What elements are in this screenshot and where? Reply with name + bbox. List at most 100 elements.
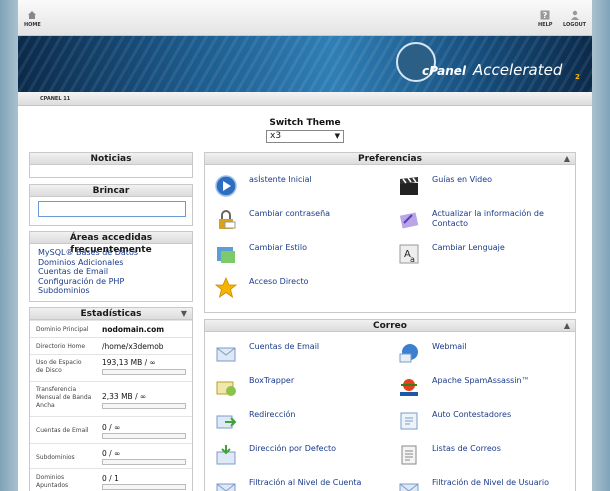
stat-row: Dominios Apuntados 0 / 1	[30, 468, 192, 491]
default-mail-icon	[216, 445, 236, 465]
freq-link-subdomains[interactable]: Subdominios	[38, 286, 184, 296]
globe-mail-icon	[399, 344, 418, 363]
correo-header: Correo ▲	[205, 320, 575, 332]
filter-mail-icon	[216, 483, 236, 491]
chevron-down-icon: ▼	[334, 132, 340, 140]
subdomains-bar	[102, 459, 186, 465]
stat-row: Uso de Espacio de Disco 193,13 MB / ∞	[30, 354, 192, 381]
home-icon	[28, 11, 37, 19]
brincar-header: Brincar	[30, 185, 192, 197]
palette-icon	[217, 247, 235, 263]
contact-card-icon	[399, 212, 419, 229]
stat-label: Dominio Principal	[36, 326, 89, 333]
stat-row: Subdominios 0 / ∞	[30, 443, 192, 468]
stat-label: Transferencia Mensual de Banda Ancha	[36, 386, 92, 409]
collapse-icon[interactable]: ▲	[564, 320, 570, 332]
noticias-box: Noticias	[29, 152, 193, 178]
freq-link-addon-domains[interactable]: Dominios Adicionales	[38, 258, 184, 268]
home-button[interactable]: HOME	[24, 10, 41, 28]
item-label: BoxTrapper	[249, 376, 295, 385]
noticias-header: Noticias	[30, 153, 192, 165]
item-label: Acceso Directo	[249, 277, 309, 286]
parked-domains-bar	[102, 484, 186, 490]
mail-trap-icon	[216, 381, 236, 396]
switch-theme-label: Switch Theme	[269, 118, 341, 128]
item-label: Redirección	[249, 410, 296, 419]
page-frame: HOME ? HELP LOGOUT cPanel Accelerated 2 …	[18, 0, 592, 491]
stat-value: 0 / ∞	[102, 423, 121, 432]
brand-sub: Accelerated	[473, 61, 563, 79]
brincar-search-input[interactable]	[38, 201, 186, 217]
stat-value: nodomain.com	[102, 325, 165, 334]
item-label: Listas de Correos	[432, 444, 501, 453]
cpanel-banner: cPanel Accelerated 2	[18, 36, 592, 92]
autoresponder-icon	[400, 412, 418, 430]
stat-value: 193,13 MB / ∞	[102, 358, 156, 367]
play-icon	[215, 175, 237, 197]
brand-version: 2	[575, 73, 580, 81]
collapse-icon[interactable]: ▲	[564, 153, 570, 165]
preferencias-title: Preferencias	[358, 154, 422, 164]
user-icon	[570, 10, 579, 20]
item-label: Cuentas de Email	[249, 342, 320, 351]
home-label: HOME	[24, 22, 41, 28]
item-label: Filtración al Nivel de Cuenta	[249, 478, 362, 487]
item-label: Cambiar Estilo	[249, 243, 308, 252]
breadcrumb: CPANEL 11	[18, 92, 592, 106]
svg-text:?: ?	[543, 11, 548, 20]
stat-row: Directorio Home /home/x3demob	[30, 337, 192, 354]
frequent-areas-box: Áreas accedidas frecuentemente MySQL® Ba…	[29, 231, 193, 302]
freq-link-email-accounts[interactable]: Cuentas de Email	[38, 267, 184, 277]
freq-link-php-config[interactable]: Configuración de PHP	[38, 277, 184, 287]
item-label: Apache SpamAssassin™	[432, 376, 530, 385]
stat-label: Directorio Home	[36, 343, 86, 350]
logout-button[interactable]: LOGOUT	[563, 10, 586, 28]
star-icon	[215, 277, 237, 298]
filter-mail-icon	[399, 483, 419, 491]
stat-label: Subdominios	[36, 454, 75, 461]
item-label: Auto Contestadores	[432, 410, 512, 419]
breadcrumb-label[interactable]: CPANEL 11	[40, 96, 70, 102]
svg-text:a: a	[410, 255, 415, 264]
frequent-areas-header: Áreas accedidas frecuentemente	[30, 232, 192, 255]
preferencias-header: Preferencias ▲	[205, 153, 575, 165]
brand-main: cPanel	[422, 64, 467, 78]
spamassassin-icon	[400, 379, 418, 396]
stat-row: Transferencia Mensual de Banda Ancha 2,3…	[30, 381, 192, 416]
email-accounts-bar	[102, 433, 186, 439]
item-label: asÍstente Inicial	[249, 175, 312, 184]
collapse-icon[interactable]: ▼	[181, 308, 187, 320]
stat-row: Dominio Principal nodomain.com	[30, 320, 192, 337]
item-label: Filtración de Nivel de Usuario	[432, 478, 550, 487]
theme-select[interactable]: x3 ▼	[266, 130, 344, 143]
envelope-icon	[216, 347, 236, 362]
lock-icon	[219, 210, 236, 229]
logout-label: LOGOUT	[563, 22, 587, 28]
mailing-list-icon	[401, 445, 417, 465]
item-label: Actualizar la información de Contacto	[432, 209, 544, 228]
item-label: Cambiar contraseña	[249, 209, 331, 218]
disk-usage-bar	[102, 369, 186, 375]
theme-select-value: x3	[270, 131, 282, 141]
stats-title: Estadísticas	[80, 309, 142, 319]
stat-value: /home/x3demob	[102, 342, 164, 351]
language-icon: Aa	[399, 244, 419, 264]
correo-title: Correo	[373, 321, 407, 331]
item-label: Cambiar Lenguaje	[432, 243, 505, 252]
stat-row: Cuentas de Email 0 / ∞	[30, 416, 192, 443]
help-button[interactable]: ? HELP	[538, 10, 552, 28]
stat-value: 0 / 1	[102, 474, 119, 483]
forward-mail-icon	[216, 415, 237, 429]
stat-label: Cuentas de Email	[36, 427, 89, 434]
top-toolbar: HOME ? HELP LOGOUT	[18, 0, 592, 36]
clapperboard-icon	[400, 177, 418, 195]
help-label: HELP	[538, 22, 553, 28]
stat-value: 0 / ∞	[102, 449, 121, 458]
stats-header: Estadísticas ▼	[30, 308, 192, 320]
switch-theme: Switch Theme x3 ▼	[18, 118, 592, 143]
brincar-box: Brincar	[29, 184, 193, 226]
stat-value: 2,33 MB / ∞	[102, 392, 147, 401]
stat-label: Uso de Espacio de Disco	[36, 359, 82, 374]
help-icon: ?	[540, 10, 550, 20]
preferencias-box: Preferencias ▲ asÍstente Inicial Guías e…	[204, 152, 576, 313]
